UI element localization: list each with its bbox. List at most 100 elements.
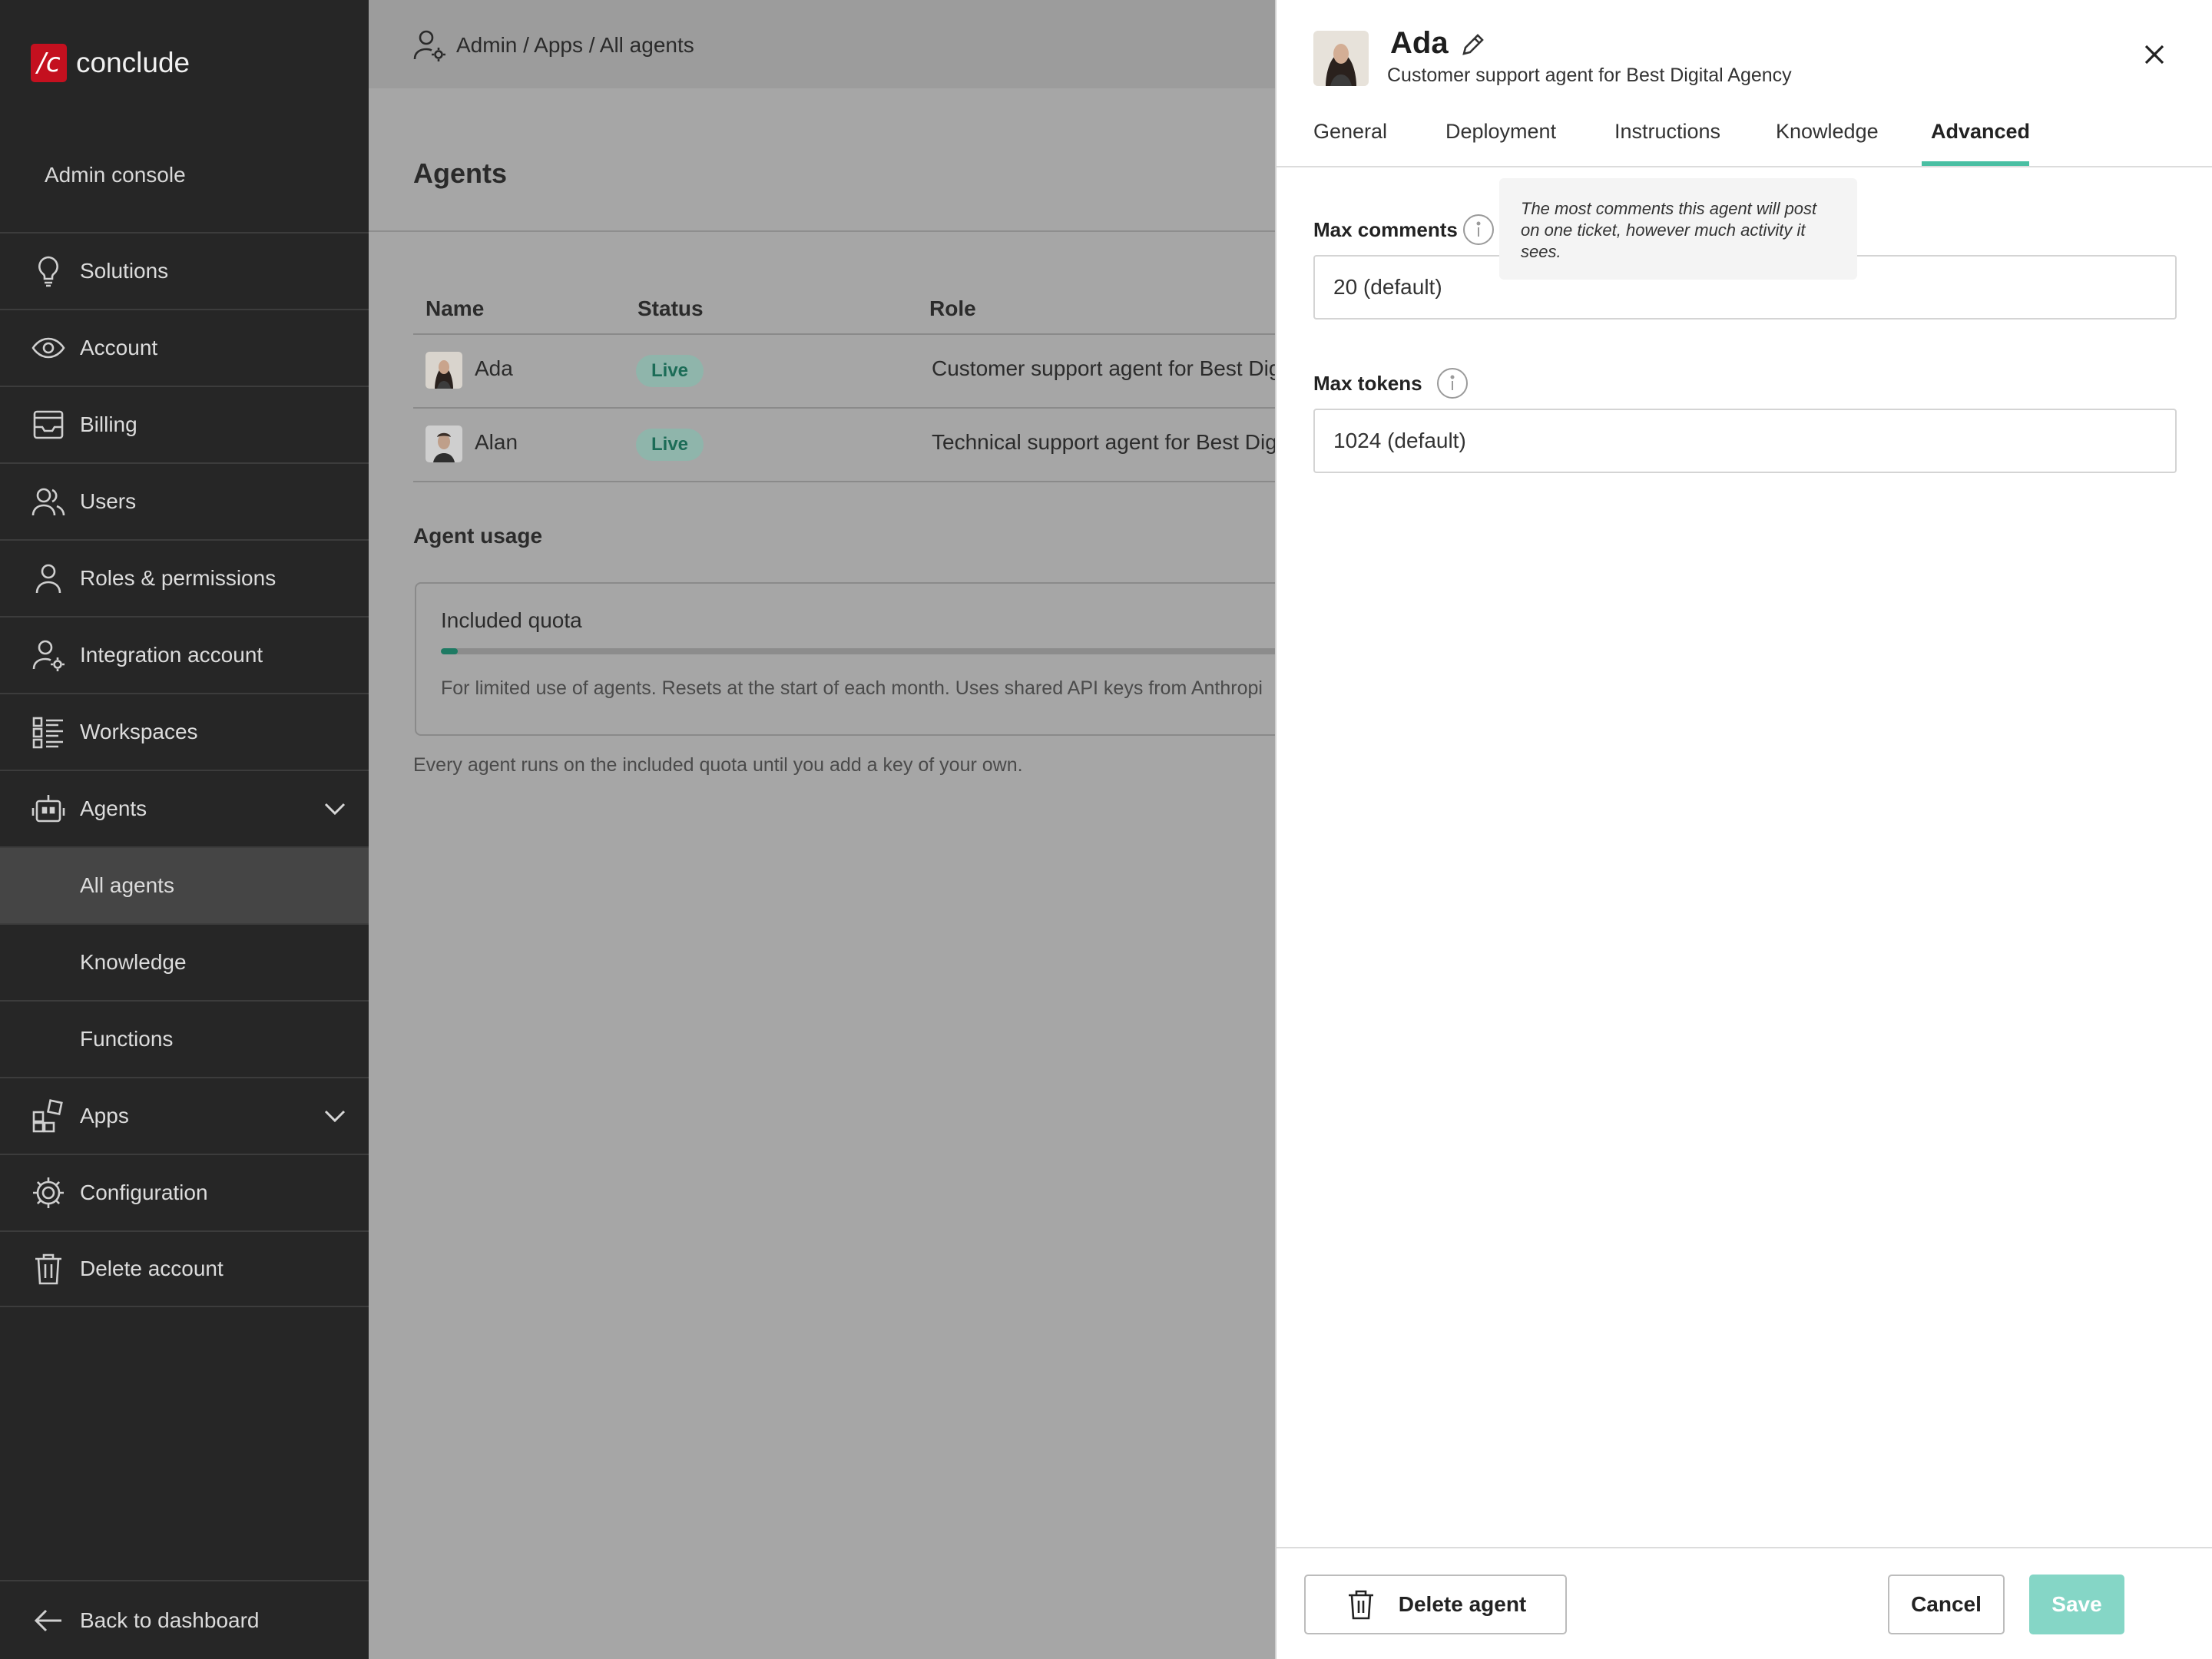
max-comments-tooltip: The most comments this agent will post o…: [1499, 178, 1857, 280]
save-button[interactable]: Save: [2029, 1575, 2124, 1634]
sidebar-item-label: Roles & permissions: [80, 566, 276, 590]
sidebar-item-label: Solutions: [80, 259, 169, 283]
sidebar-item-label: Configuration: [80, 1181, 208, 1204]
drawer-footer: Delete agent Cancel Save: [1277, 1547, 2212, 1659]
page-title: Agents: [413, 157, 508, 189]
sidebar-item-agents[interactable]: Agents: [0, 770, 369, 846]
sidebar-item-delete-account[interactable]: Delete account: [0, 1230, 369, 1307]
agent-drawer: Ada Customer support agent for Best Digi…: [1275, 0, 2212, 1659]
sidebar-item-label: Apps: [80, 1104, 129, 1128]
admin-console-title: Admin console: [45, 163, 186, 187]
sidebar-item-label: Workspaces: [80, 720, 198, 743]
main-content: Admin / Apps / All agents Agents Name St…: [369, 0, 1306, 1659]
sidebar-item-label: All agents: [80, 873, 174, 897]
eye-icon: [31, 330, 66, 366]
pencil-icon[interactable]: [1459, 31, 1487, 58]
quota-title: Included quota: [441, 608, 582, 632]
max-tokens-input[interactable]: 1024 (default): [1313, 409, 2177, 473]
cancel-button[interactable]: Cancel: [1888, 1575, 2005, 1634]
tab-general[interactable]: General: [1313, 120, 1387, 144]
user-gear-icon: [413, 30, 445, 61]
agent-name: Alan: [475, 430, 518, 454]
column-header-status[interactable]: Status: [637, 296, 704, 321]
active-tab-indicator: [1922, 161, 2029, 166]
avatar: [426, 352, 462, 389]
close-icon[interactable]: [2141, 41, 2167, 68]
tab-advanced[interactable]: Advanced: [1931, 120, 2030, 144]
table-row[interactable]: Alan Live Technical support agent for Be…: [413, 409, 1282, 482]
quota-progress-fill: [441, 648, 458, 654]
brand-name: conclude: [76, 47, 190, 78]
back-to-dashboard-link[interactable]: Back to dashboard: [0, 1580, 369, 1659]
sidebar-item-knowledge[interactable]: Knowledge: [0, 923, 369, 1000]
arrow-left-icon: [31, 1603, 66, 1638]
table-header: Name Status Role: [413, 292, 1275, 335]
sidebar-item-functions[interactable]: Functions: [0, 1000, 369, 1077]
apps-icon: [31, 1098, 66, 1134]
delete-agent-button[interactable]: Delete agent: [1304, 1575, 1567, 1634]
sidebar-item-workspaces[interactable]: Workspaces: [0, 693, 369, 770]
sidebar-item-label: Integration account: [80, 643, 263, 667]
sidebar-item-roles[interactable]: Roles & permissions: [0, 539, 369, 616]
brand-logo[interactable]: /c conclude: [31, 44, 190, 82]
inbox-icon: [31, 407, 66, 442]
sidebar-item-all-agents[interactable]: All agents: [0, 846, 369, 923]
agent-name: Ada: [475, 356, 513, 380]
sidebar-item-apps[interactable]: Apps: [0, 1077, 369, 1154]
lightbulb-icon: [31, 253, 66, 289]
gear-icon: [31, 1175, 66, 1210]
avatar: [1313, 31, 1369, 86]
tab-instructions[interactable]: Instructions: [1614, 120, 1720, 144]
status-badge: Live: [636, 429, 704, 461]
back-label: Back to dashboard: [80, 1608, 260, 1632]
users-icon: [31, 484, 66, 519]
sidebar-item-configuration[interactable]: Configuration: [0, 1154, 369, 1230]
top-bar: Admin / Apps / All agents: [369, 0, 1275, 88]
quota-card: Included quota For limited use of agents…: [415, 582, 1306, 736]
status-badge: Live: [636, 355, 704, 387]
agent-role: Customer support agent for Best Digi: [932, 356, 1286, 380]
drawer-tabs: General Deployment Instructions Knowledg…: [1277, 115, 2212, 167]
trash-icon: [1348, 1590, 1373, 1620]
sidebar-item-label: Account: [80, 336, 158, 359]
sidebar-item-label: Delete account: [80, 1257, 224, 1280]
delete-agent-label: Delete agent: [1398, 1592, 1527, 1616]
quota-progress-bar: [441, 648, 1286, 654]
column-header-name[interactable]: Name: [426, 296, 484, 321]
info-icon[interactable]: [1462, 214, 1495, 246]
agent-name-heading: Ada: [1390, 26, 1449, 60]
sidebar: /c conclude Admin console Solutions Acco…: [0, 0, 369, 1659]
sidebar-item-label: Knowledge: [80, 950, 187, 974]
agent-role-subtitle: Customer support agent for Best Digital …: [1387, 65, 1792, 86]
agent-usage-title: Agent usage: [413, 524, 543, 548]
avatar: [426, 426, 462, 462]
sidebar-item-billing[interactable]: Billing: [0, 386, 369, 462]
sidebar-nav: Solutions Account Billing Users Roles & …: [0, 232, 369, 1307]
divider: [369, 230, 1275, 232]
breadcrumb: Admin / Apps / All agents: [412, 29, 694, 61]
breadcrumb-text: Admin / Apps / All agents: [456, 33, 694, 57]
sidebar-item-label: Billing: [80, 412, 137, 436]
user-icon: [31, 561, 66, 596]
sidebar-item-label: Functions: [80, 1027, 174, 1051]
max-comments-label: Max comments: [1313, 218, 1458, 241]
brand-mark: /c: [31, 44, 67, 82]
user-gear-icon: [31, 637, 66, 673]
info-icon[interactable]: [1436, 367, 1469, 399]
sidebar-item-solutions[interactable]: Solutions: [0, 232, 369, 309]
robot-icon: [31, 791, 66, 826]
agent-role: Technical support agent for Best Digi: [932, 430, 1283, 454]
chevron-down-icon[interactable]: [323, 1104, 347, 1128]
sidebar-item-label: Agents: [80, 796, 147, 820]
sidebar-item-users[interactable]: Users: [0, 462, 369, 539]
table-row[interactable]: Ada Live Customer support agent for Best…: [413, 335, 1286, 409]
sidebar-item-label: Users: [80, 489, 137, 513]
column-header-role[interactable]: Role: [929, 296, 976, 321]
list-icon: [31, 714, 66, 750]
chevron-down-icon[interactable]: [323, 796, 347, 821]
tab-knowledge[interactable]: Knowledge: [1776, 120, 1879, 144]
trash-icon: [31, 1251, 66, 1286]
tab-deployment[interactable]: Deployment: [1445, 120, 1556, 144]
sidebar-item-integration-account[interactable]: Integration account: [0, 616, 369, 693]
sidebar-item-account[interactable]: Account: [0, 309, 369, 386]
